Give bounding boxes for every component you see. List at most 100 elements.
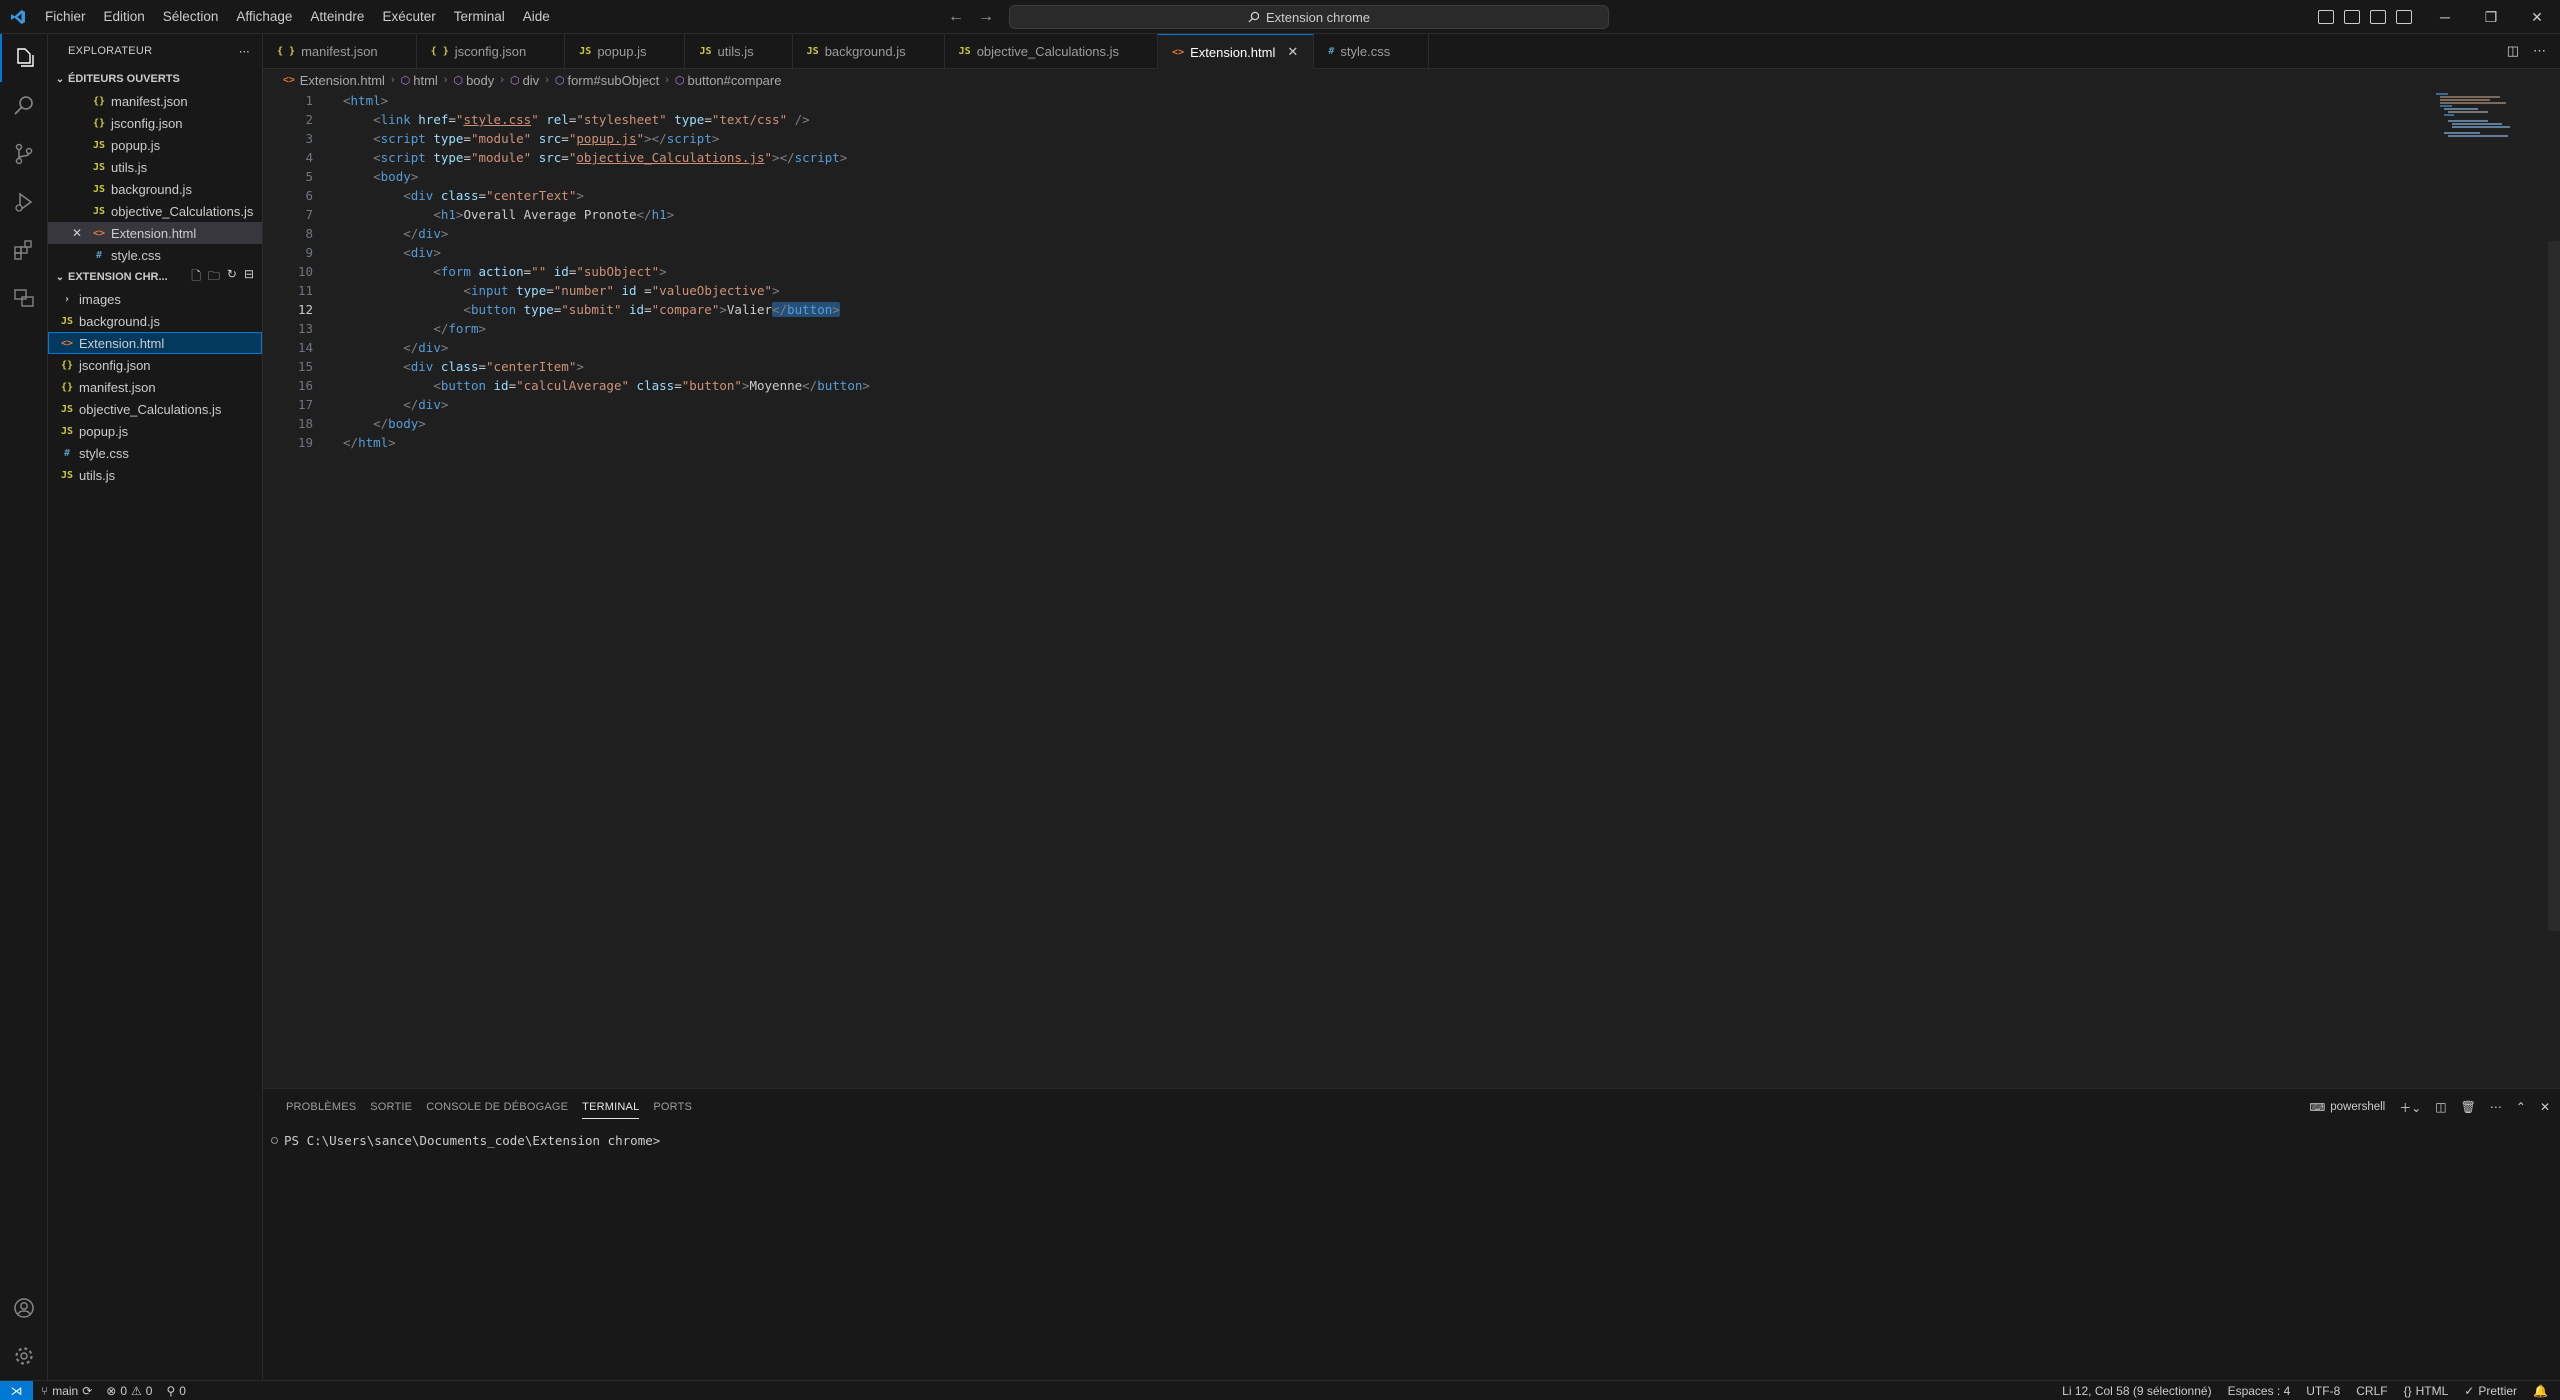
close-icon[interactable]: ✕ xyxy=(1131,44,1145,60)
open-editors-header[interactable]: ⌄ ÉDITEURS OUVERTS xyxy=(48,68,262,90)
line-ending[interactable]: CRLF xyxy=(2356,1384,2387,1398)
source-control-icon[interactable] xyxy=(0,130,48,178)
remote-indicator-icon[interactable]: ⋊ xyxy=(0,1380,33,1400)
search-icon[interactable] xyxy=(0,82,48,130)
tree-file-item-selected[interactable]: <> Extension.html xyxy=(48,332,262,354)
tree-file-item[interactable]: JS background.js xyxy=(48,310,262,332)
menu-terminal[interactable]: Terminal xyxy=(445,0,514,34)
close-icon[interactable]: ✕ xyxy=(658,44,672,60)
split-editor-icon[interactable]: ◫ xyxy=(2507,43,2519,59)
split-terminal-icon[interactable]: ◫ xyxy=(2435,1100,2446,1114)
code-editor[interactable]: 1 <html> 2 <link href="style.css" rel="st… xyxy=(263,91,2543,1081)
more-actions-icon[interactable]: ⋯ xyxy=(239,45,250,58)
open-editor-item[interactable]: JS popup.js xyxy=(48,134,262,156)
tree-file-item[interactable]: JS utils.js xyxy=(48,464,262,486)
close-icon[interactable]: ✕ xyxy=(390,44,404,60)
close-icon[interactable]: ✕ xyxy=(538,44,552,60)
open-editor-item[interactable]: {} manifest.json xyxy=(48,90,262,112)
close-icon[interactable]: ✕ xyxy=(918,44,932,60)
tab-background-js[interactable]: JS background.js ✕ xyxy=(793,34,945,69)
explorer-icon[interactable] xyxy=(0,34,48,82)
tree-folder-item[interactable]: › images xyxy=(48,288,262,310)
open-editor-item[interactable]: JS background.js xyxy=(48,178,262,200)
prettier-status[interactable]: ✓ Prettier xyxy=(2464,1384,2517,1398)
close-window-icon[interactable]: ✕ xyxy=(2514,0,2560,34)
close-icon[interactable]: ✕ xyxy=(1402,44,1416,60)
open-editor-item[interactable]: {} jsconfig.json xyxy=(48,112,262,134)
tab-manifest-json[interactable]: { } manifest.json ✕ xyxy=(263,34,417,69)
close-panel-icon[interactable]: ✕ xyxy=(2540,1100,2550,1114)
account-icon[interactable] xyxy=(0,1284,48,1332)
menu-atteindre[interactable]: Atteindre xyxy=(301,0,373,34)
command-center-search[interactable]: Extension chrome xyxy=(1009,5,1609,29)
tree-file-item[interactable]: {} manifest.json xyxy=(48,376,262,398)
menu-affichage[interactable]: Affichage xyxy=(227,0,301,34)
cursor-position[interactable]: Li 12, Col 58 (9 sélectionné) xyxy=(2062,1384,2211,1398)
open-editor-item[interactable]: # style.css xyxy=(48,244,262,266)
encoding[interactable]: UTF-8 xyxy=(2306,1384,2340,1398)
more-actions-icon[interactable]: ⋯ xyxy=(2490,1100,2502,1114)
trash-icon[interactable]: 🗑 xyxy=(2461,1100,2476,1114)
tree-file-item[interactable]: JS objective_Calculations.js xyxy=(48,398,262,420)
branch-status[interactable]: ⑂ main ⟳ xyxy=(41,1384,92,1398)
restore-icon[interactable]: ❐ xyxy=(2468,0,2514,34)
language-mode[interactable]: {} HTML xyxy=(2404,1384,2449,1398)
menu-selection[interactable]: Sélection xyxy=(154,0,228,34)
terminal-shell-selector[interactable]: ⌨ powershell xyxy=(2309,1101,2385,1114)
editor-scrollbar[interactable] xyxy=(2546,91,2560,1081)
tab-style-css[interactable]: # style.css ✕ xyxy=(1314,34,1430,69)
collapse-all-icon[interactable]: ⊟ xyxy=(244,267,254,288)
minimap[interactable] xyxy=(2432,91,2542,141)
open-editor-item[interactable]: JS objective_Calculations.js xyxy=(48,200,262,222)
run-debug-icon[interactable] xyxy=(0,178,48,226)
maximize-panel-icon[interactable]: ⌃ xyxy=(2516,1100,2526,1114)
new-terminal-icon[interactable]: ＋⌄ xyxy=(2399,1099,2421,1116)
menu-executer[interactable]: Exécuter xyxy=(373,0,444,34)
menu-aide[interactable]: Aide xyxy=(514,0,559,34)
tab-terminal[interactable]: TERMINAL xyxy=(579,1089,650,1125)
breadcrumb-item[interactable]: form#subObject xyxy=(567,73,659,88)
breadcrumb-item[interactable]: div xyxy=(523,73,540,88)
tab-extension-html[interactable]: <> Extension.html ✕ xyxy=(1158,34,1315,69)
new-file-icon[interactable]: 🗋 xyxy=(191,267,201,288)
breadcrumb-item[interactable]: button#compare xyxy=(688,73,782,88)
tree-file-item[interactable]: # style.css xyxy=(48,442,262,464)
close-icon[interactable]: ✕ xyxy=(1287,44,1301,60)
tab-popup-js[interactable]: JS popup.js ✕ xyxy=(565,34,686,69)
tab-problems[interactable]: PROBLÈMES xyxy=(283,1089,367,1125)
close-editor-icon[interactable]: ✕ xyxy=(72,226,92,240)
bell-icon[interactable]: 🔔 xyxy=(2533,1384,2548,1398)
more-actions-icon[interactable]: ⋯ xyxy=(2533,43,2546,59)
new-folder-icon[interactable]: 🗀 xyxy=(208,267,220,288)
tab-debug-console[interactable]: CONSOLE DE DÉBOGAGE xyxy=(423,1089,579,1125)
settings-gear-icon[interactable] xyxy=(0,1332,48,1380)
tree-file-item[interactable]: JS popup.js xyxy=(48,420,262,442)
scrollbar-thumb[interactable] xyxy=(2548,241,2560,931)
problems-status[interactable]: ⊗ 0 ⚠ 0 xyxy=(106,1384,152,1398)
refresh-icon[interactable]: ↻ xyxy=(227,267,237,288)
breadcrumb-item[interactable]: Extension.html xyxy=(300,73,385,88)
minimize-icon[interactable]: ─ xyxy=(2422,0,2468,34)
indentation[interactable]: Espaces : 4 xyxy=(2228,1384,2291,1398)
customize-layout-icon[interactable] xyxy=(2396,10,2412,24)
tab-output[interactable]: SORTIE xyxy=(367,1089,423,1125)
menu-fichier[interactable]: Fichier xyxy=(36,0,95,34)
terminal-output[interactable]: PS C:\Users\sance\Documents_code\Extensi… xyxy=(263,1133,2560,1148)
open-editor-item-active[interactable]: ✕ <> Extension.html xyxy=(48,222,262,244)
close-icon[interactable]: ✕ xyxy=(766,44,780,60)
breadcrumb-item[interactable]: body xyxy=(466,73,494,88)
tab-utils-js[interactable]: JS utils.js ✕ xyxy=(685,34,793,69)
forward-arrow-icon[interactable]: → xyxy=(978,8,994,26)
open-editor-item[interactable]: JS utils.js xyxy=(48,156,262,178)
back-arrow-icon[interactable]: ← xyxy=(948,8,964,26)
tree-file-item[interactable]: {} jsconfig.json xyxy=(48,354,262,376)
tab-jsconfig-json[interactable]: { } jsconfig.json ✕ xyxy=(417,34,566,69)
breadcrumb-item[interactable]: html xyxy=(413,73,438,88)
tab-ports[interactable]: PORTS xyxy=(650,1089,703,1125)
extensions-icon[interactable] xyxy=(0,226,48,274)
tab-objective-calculations-js[interactable]: JS objective_Calculations.js ✕ xyxy=(945,34,1159,69)
menu-edition[interactable]: Edition xyxy=(95,0,154,34)
toggle-primary-sidebar-icon[interactable] xyxy=(2318,10,2334,24)
remote-explorer-icon[interactable] xyxy=(0,274,48,322)
toggle-secondary-sidebar-icon[interactable] xyxy=(2370,10,2386,24)
